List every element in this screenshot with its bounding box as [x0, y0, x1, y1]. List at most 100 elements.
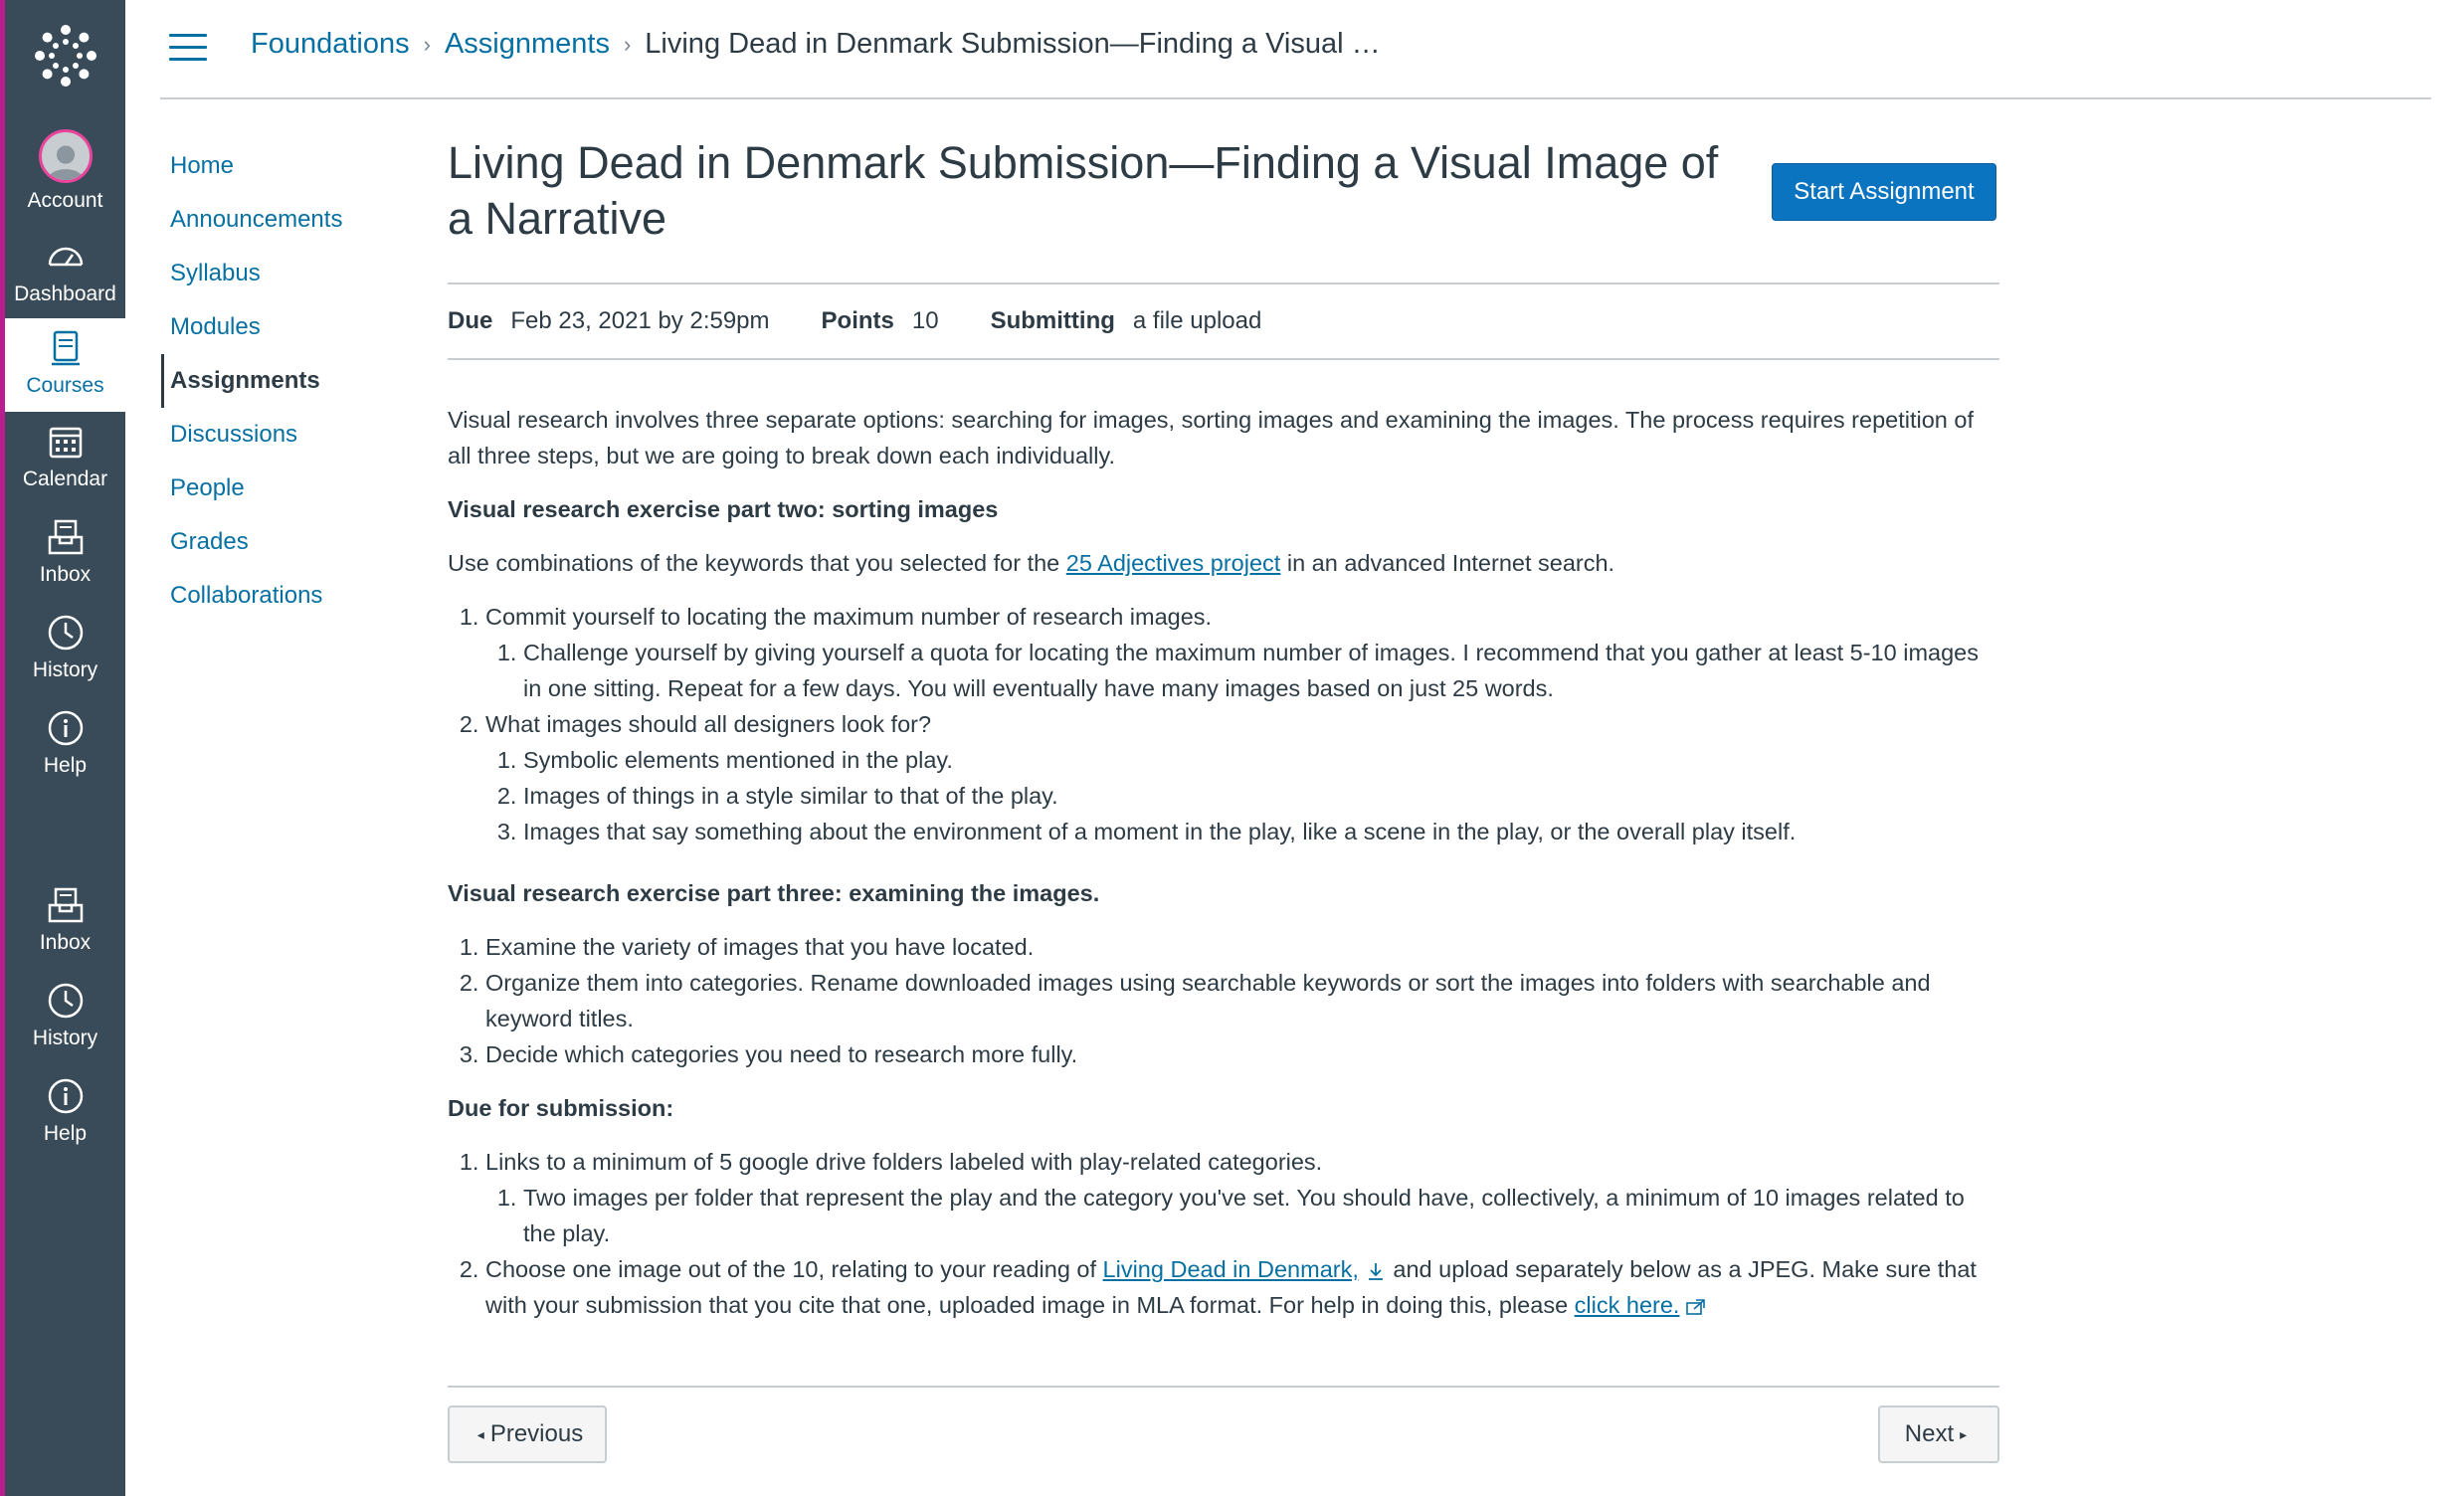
- global-nav-label: History: [32, 1027, 98, 1049]
- text: in an advanced Internet search.: [1280, 550, 1615, 576]
- course-nav-announcements[interactable]: Announcements: [161, 193, 420, 247]
- course-nav-home[interactable]: Home: [161, 139, 420, 193]
- page-header: Foundations › Assignments › Living Dead …: [125, 0, 2464, 99]
- course-nav: Home Announcements Syllabus Modules Assi…: [161, 139, 420, 623]
- breadcrumb: Foundations › Assignments › Living Dead …: [251, 28, 1381, 61]
- courses-icon: [51, 330, 80, 366]
- paragraph: Use combinations of the keywords that yo…: [448, 545, 1999, 581]
- global-nav-dashboard[interactable]: Dashboard: [5, 227, 125, 320]
- chevron-right-icon: ›: [423, 31, 431, 57]
- list-item: Organize them into categories. Rename do…: [485, 965, 1999, 1036]
- start-assignment-button[interactable]: Start Assignment: [1772, 163, 1996, 221]
- history-icon: [48, 983, 83, 1019]
- course-nav-modules[interactable]: Modules: [161, 300, 420, 354]
- previous-button[interactable]: ◂ Previous: [448, 1405, 607, 1463]
- list-item-text: What images should all designers look fo…: [485, 711, 932, 737]
- list-item: Images of things in a style similar to t…: [523, 778, 1999, 814]
- breadcrumb-current: Living Dead in Denmark Submission—Findin…: [645, 28, 1381, 60]
- submitting-label: Submitting: [990, 307, 1115, 334]
- global-nav: Account Dashboard Courses Calendar Inbox…: [0, 0, 125, 1496]
- list-item: Decide which categories you need to rese…: [485, 1036, 1999, 1072]
- global-nav-history[interactable]: History: [5, 603, 125, 696]
- list-item: Images that say something about the envi…: [523, 814, 1999, 849]
- hamburger-menu-icon[interactable]: [169, 34, 207, 64]
- points-label: Points: [821, 307, 894, 334]
- list-item: Symbolic elements mentioned in the play.: [523, 742, 1999, 778]
- click-here-link[interactable]: click here.: [1575, 1292, 1680, 1318]
- global-nav-label: History: [32, 658, 98, 681]
- download-icon[interactable]: [1365, 1260, 1387, 1282]
- ordered-list: Examine the variety of images that you h…: [448, 929, 1999, 1072]
- points-value: 10: [911, 307, 939, 334]
- course-nav-syllabus[interactable]: Syllabus: [161, 247, 420, 300]
- next-button[interactable]: Next ▸: [1878, 1405, 1999, 1463]
- global-nav-courses[interactable]: Courses: [5, 318, 125, 412]
- global-nav-help[interactable]: Help: [5, 698, 125, 792]
- module-pager: ◂ Previous Next ▸: [448, 1386, 1999, 1463]
- assignment-description: Visual research involves three separate …: [448, 402, 1999, 1323]
- history-icon: [48, 615, 83, 651]
- caret-right-icon: ▸: [1960, 1425, 1968, 1442]
- list-item: Examine the variety of images that you h…: [485, 929, 1999, 965]
- global-nav-label: Calendar: [22, 468, 108, 490]
- next-label: Next: [1904, 1420, 1955, 1447]
- help-icon: [48, 1078, 83, 1114]
- global-nav-label: Account: [27, 189, 103, 212]
- help-icon: [48, 710, 83, 746]
- global-nav-label: Courses: [26, 374, 104, 397]
- course-nav-collaborations[interactable]: Collaborations: [161, 569, 420, 623]
- list-item-text: Commit yourself to locating the maximum …: [485, 604, 1213, 630]
- adjectives-project-link[interactable]: 25 Adjectives project: [1066, 550, 1281, 576]
- global-nav-help-2[interactable]: Help: [5, 1066, 125, 1160]
- inbox-icon: [48, 519, 83, 555]
- list-item: Commit yourself to locating the maximum …: [485, 599, 1999, 706]
- global-nav-inbox-2[interactable]: Inbox: [5, 875, 125, 969]
- header-divider: [160, 97, 2431, 99]
- assignment-details: Due Feb 23, 2021 by 2:59pm Points 10 Sub…: [448, 284, 1999, 358]
- global-nav-label: Inbox: [39, 931, 92, 954]
- global-nav-label: Help: [43, 754, 88, 777]
- page-title: Living Dead in Denmark Submission—Findin…: [448, 137, 1719, 244]
- divider: [448, 1386, 1999, 1388]
- list-item: What images should all designers look fo…: [485, 706, 1999, 849]
- breadcrumb-link-assignments[interactable]: Assignments: [445, 28, 610, 61]
- assignment-content: Living Dead in Denmark Submission—Findin…: [448, 135, 1999, 1341]
- course-nav-assignments[interactable]: Assignments: [161, 354, 420, 408]
- list-item: Two images per folder that represent the…: [523, 1180, 1999, 1251]
- account-avatar: [38, 129, 93, 183]
- caret-left-icon: ◂: [476, 1425, 484, 1442]
- global-nav-history-2[interactable]: History: [5, 971, 125, 1064]
- global-nav-label: Dashboard: [14, 282, 116, 305]
- breadcrumb-link-course[interactable]: Foundations: [251, 28, 410, 61]
- course-nav-discussions[interactable]: Discussions: [161, 408, 420, 462]
- section-heading: Visual research exercise part three: exa…: [448, 880, 1100, 906]
- living-dead-in-denmark-link[interactable]: Living Dead in Denmark,: [1103, 1256, 1359, 1282]
- submitting-value: a file upload: [1132, 307, 1262, 334]
- text: Choose one image out of the 10, relating…: [485, 1256, 1103, 1282]
- global-nav-account[interactable]: Account: [5, 119, 125, 213]
- course-nav-grades[interactable]: Grades: [161, 515, 420, 569]
- ordered-list: Commit yourself to locating the maximum …: [448, 599, 1999, 849]
- chevron-right-icon: ›: [623, 31, 632, 57]
- inbox-icon: [48, 887, 83, 923]
- intro-paragraph: Visual research involves three separate …: [448, 407, 1974, 468]
- list-item: Choose one image out of the 10, relating…: [485, 1251, 1999, 1323]
- course-nav-people[interactable]: People: [161, 462, 420, 515]
- global-nav-calendar[interactable]: Calendar: [5, 412, 125, 505]
- divider: [448, 358, 1999, 360]
- external-link-icon[interactable]: [1685, 1296, 1707, 1318]
- list-item-text: Links to a minimum of 5 google drive fol…: [485, 1149, 1323, 1175]
- list-item: Challenge yourself by giving yourself a …: [523, 635, 1999, 706]
- section-heading: Visual research exercise part two: sorti…: [448, 496, 999, 522]
- canvas-logo-icon[interactable]: [5, 0, 125, 111]
- dashboard-icon: [48, 247, 83, 267]
- global-nav-label: Inbox: [39, 563, 92, 586]
- due-label: Due: [448, 307, 493, 334]
- list-item: Links to a minimum of 5 google drive fol…: [485, 1144, 1999, 1251]
- previous-label: Previous: [489, 1420, 584, 1447]
- due-value: Feb 23, 2021 by 2:59pm: [510, 307, 770, 334]
- section-heading: Due for submission:: [448, 1095, 674, 1121]
- ordered-list: Links to a minimum of 5 google drive fol…: [448, 1144, 1999, 1323]
- global-nav-inbox[interactable]: Inbox: [5, 507, 125, 601]
- text: Use combinations of the keywords that yo…: [448, 550, 1066, 576]
